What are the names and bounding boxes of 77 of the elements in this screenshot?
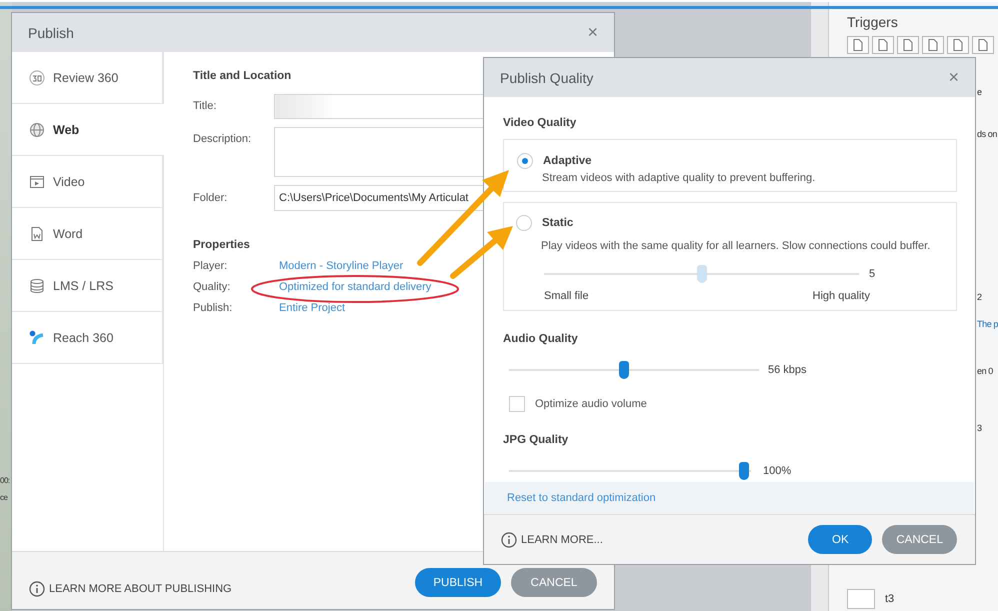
slide-label: t3 [885, 593, 894, 605]
property-label: Publish: [193, 302, 234, 314]
option-description: Play videos with the same quality for all learners. Slow connections could buffer. [541, 240, 932, 252]
reach-logo-icon [29, 330, 45, 346]
sidebar-tab[interactable]: Video [12, 156, 163, 208]
slider-value: 5 [869, 268, 876, 280]
option-title: Adaptive [543, 155, 592, 167]
section-title: Title and Location [193, 70, 292, 82]
dialog-title: Publish [28, 24, 74, 40]
sidebar-tab[interactable]: LMS / LRS [12, 260, 163, 312]
cut-text: e [977, 87, 983, 99]
field-label: Title: [193, 99, 218, 112]
publish-button[interactable]: PUBLISH [415, 568, 501, 597]
close-button[interactable]: × [587, 22, 598, 43]
database-icon [29, 278, 45, 294]
cut-text: ds on [977, 129, 998, 141]
review-360-icon [29, 70, 45, 86]
cut-text: 00: [0, 476, 11, 485]
page-icon [978, 39, 988, 51]
option-description: Stream videos with adaptive quality to prevent buffering. [542, 172, 816, 184]
learn-more-link[interactable]: LEARN MORE... [521, 534, 603, 546]
reset-link[interactable]: Reset to standard optimization [507, 492, 656, 504]
option-title: Static [542, 217, 574, 229]
property-label: Player: [193, 260, 228, 272]
document-icon [29, 226, 45, 242]
page-icon [903, 39, 913, 51]
field-label: Folder: [193, 191, 228, 204]
radio-button[interactable] [517, 153, 533, 169]
slider-thumb[interactable] [738, 462, 749, 480]
page-icon [953, 39, 963, 51]
slider-max-label: High quality [812, 290, 870, 302]
cut-text: 3 [977, 423, 983, 435]
section-title: Properties [193, 239, 250, 251]
info-icon [29, 581, 45, 597]
property-link[interactable]: Entire Project [279, 302, 346, 314]
slider-value: 100% [763, 465, 792, 477]
dialog-title: Publish Quality [500, 70, 594, 86]
cut-text: ce [0, 493, 8, 502]
field-label: Description: [193, 132, 252, 145]
globe-icon [29, 122, 45, 138]
radio-button[interactable] [516, 215, 532, 231]
slider-value: 56 kbps [768, 364, 807, 376]
page-icon [928, 39, 938, 51]
cut-text: en 0 [977, 366, 994, 378]
section-title: JPG Quality [503, 434, 568, 446]
property-link[interactable]: Modern - Storyline Player [279, 260, 404, 272]
checkbox-label: Optimize audio volume [535, 398, 647, 410]
checkbox[interactable] [509, 396, 525, 412]
page-icon [878, 39, 888, 51]
toolbar-button[interactable] [872, 36, 894, 54]
close-button[interactable]: × [948, 67, 959, 88]
toolbar-button[interactable] [897, 36, 919, 54]
slide-thumbnail[interactable] [847, 589, 875, 609]
section-title: Video Quality [503, 117, 576, 129]
sidebar-tab[interactable]: Word [12, 208, 163, 260]
page-icon [853, 39, 863, 51]
cancel-button[interactable]: CANCEL [511, 568, 597, 597]
cancel-button[interactable]: CANCEL [882, 525, 957, 554]
cut-text: The p [977, 319, 998, 331]
panel-title: Triggers [847, 14, 899, 30]
ok-button[interactable]: OK [808, 525, 872, 554]
property-link[interactable]: Optimized for standard delivery [279, 281, 432, 293]
slider-min-label: Small file [544, 290, 589, 302]
sidebar-tab[interactable]: Review 360 [12, 52, 163, 104]
cut-text: 2 [977, 292, 983, 304]
property-label: Quality: [193, 281, 232, 293]
video-icon [29, 174, 45, 190]
learn-more-link[interactable]: LEARN MORE ABOUT PUBLISHING [49, 583, 232, 595]
toolbar-button[interactable] [847, 36, 869, 54]
slider-thumb[interactable] [619, 361, 629, 379]
sidebar-tab[interactable]: Web [12, 104, 164, 156]
toolbar-button[interactable] [922, 36, 944, 54]
info-icon [501, 532, 517, 548]
sidebar-tab[interactable]: Reach 360 [12, 312, 163, 364]
toolbar-button[interactable] [972, 36, 994, 54]
toolbar-button[interactable] [947, 36, 969, 54]
section-title: Audio Quality [503, 333, 578, 345]
